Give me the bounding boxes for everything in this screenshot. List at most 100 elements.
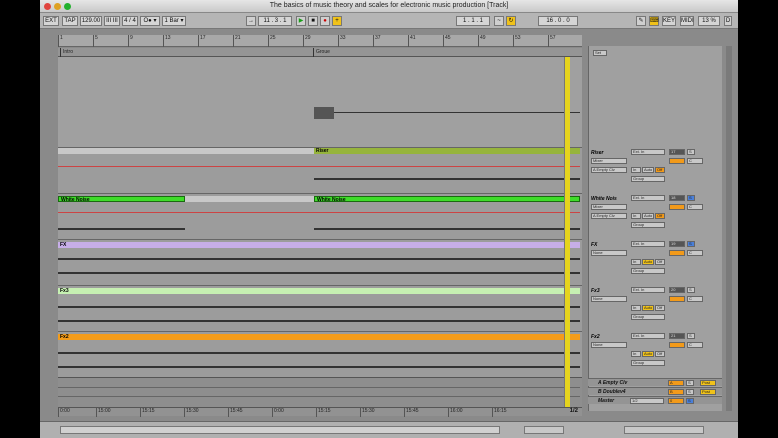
crossfade-button[interactable]: C	[687, 342, 703, 348]
metronome-toggle[interactable]: O● ▾	[140, 16, 160, 26]
track-lane[interactable]	[58, 57, 582, 147]
tempo-field[interactable]: 129.00	[80, 16, 102, 26]
track-name[interactable]: Fx3	[591, 287, 629, 295]
clip-fx[interactable]: FX	[58, 242, 580, 248]
solo-button[interactable]: S	[687, 241, 695, 247]
monitor-auto[interactable]: Auto	[642, 351, 654, 357]
track-lane-riser[interactable]: Riser	[58, 147, 582, 193]
locator-groue[interactable]: Groue	[313, 48, 330, 57]
activator-button[interactable]	[669, 342, 685, 348]
song-position-field[interactable]: 11 . 3 . 1	[258, 16, 292, 26]
return-letter[interactable]: A	[668, 380, 684, 386]
monitor-in[interactable]: In	[631, 305, 641, 311]
master-activator[interactable]: 0	[668, 398, 684, 404]
loop-start-field[interactable]: 1 . 1 . 1	[456, 16, 490, 26]
track-lane-white-noise[interactable]: White Noise White Noise	[58, 193, 582, 239]
monitor-off[interactable]: Off	[655, 167, 665, 173]
draw-mode-icon[interactable]: ~	[494, 16, 504, 26]
follow-icon[interactable]: →	[246, 16, 256, 26]
tap-tempo-button[interactable]: TAP	[62, 16, 78, 26]
loop-switch-button[interactable]: ↻	[506, 16, 516, 26]
input-channel-menu[interactable]: None	[591, 296, 627, 302]
crossfade-button[interactable]: C	[687, 158, 703, 164]
crossfade-button[interactable]: C	[687, 204, 703, 210]
key-map-button[interactable]: KEY	[662, 16, 676, 26]
group-menu[interactable]: Group	[631, 222, 665, 228]
activator-button[interactable]	[669, 296, 685, 302]
output-menu[interactable]: A Empty Clv	[591, 167, 627, 173]
activator-button[interactable]	[669, 250, 685, 256]
solo-button[interactable]: S	[687, 149, 695, 155]
play-button[interactable]: ▶	[296, 16, 306, 26]
group-menu[interactable]: Group	[631, 268, 665, 274]
vertical-scrollbar[interactable]	[726, 46, 732, 411]
clip-fx2[interactable]: Fx2	[58, 334, 580, 340]
midi-map-button[interactable]: MIDI	[680, 16, 694, 26]
time-ruler[interactable]: 0:00 15:00 15:15 15:30 15:45 0:00 15:15 …	[58, 407, 582, 417]
locator-lane[interactable]: Intro Groue	[58, 48, 582, 57]
group-menu[interactable]: Group	[631, 360, 665, 366]
time-signature-field[interactable]: 4 / 4	[122, 16, 138, 26]
loop-brace[interactable]	[564, 57, 570, 413]
loop-length-field[interactable]: 16 . 0 . 0	[538, 16, 578, 26]
monitor-off[interactable]: Off	[655, 213, 665, 219]
monitor-off[interactable]: Off	[655, 305, 665, 311]
input-channel-menu[interactable]: Mixer	[591, 204, 627, 210]
monitor-in[interactable]: In	[631, 259, 641, 265]
solo-button[interactable]: S	[687, 287, 695, 293]
input-type-menu[interactable]: Ext. In	[631, 333, 665, 339]
locator-intro[interactable]: Intro	[60, 48, 73, 57]
record-button[interactable]: ●	[320, 16, 330, 26]
input-type-menu[interactable]: Ext. In	[631, 287, 665, 293]
return-letter[interactable]: B	[668, 389, 684, 395]
solo-button[interactable]: S	[687, 195, 695, 201]
keyboard-icon[interactable]: ⌨	[649, 16, 659, 26]
cue-ratio[interactable]: 1/2	[630, 398, 664, 404]
group-menu[interactable]: Group	[631, 176, 665, 182]
solo-button[interactable]: S	[686, 398, 694, 404]
post-button[interactable]: Post	[700, 380, 716, 386]
device-view-toggle[interactable]	[624, 426, 704, 434]
output-menu[interactable]: A Empty Clv	[591, 213, 627, 219]
track-lane-fx[interactable]: FX	[58, 239, 582, 285]
activator-button[interactable]	[669, 204, 685, 210]
post-button[interactable]: Post	[700, 389, 716, 395]
input-type-menu[interactable]: Ext. In	[631, 149, 665, 155]
monitor-in[interactable]: In	[631, 213, 641, 219]
ext-sync-button[interactable]: EXT	[43, 16, 59, 26]
overdub-button[interactable]: +	[332, 16, 342, 26]
clip-riser[interactable]: Riser	[314, 148, 580, 154]
monitor-auto[interactable]: Auto	[642, 259, 654, 265]
master-track[interactable]: Master 1/2 0 S	[588, 396, 722, 404]
return-track-a[interactable]: A Empty Clv A S Post	[588, 378, 722, 386]
sets-button[interactable]: Set	[593, 50, 607, 56]
monitor-auto[interactable]: Auto	[642, 305, 654, 311]
clip-white-noise[interactable]: White Noise	[58, 196, 185, 203]
track-name[interactable]: FX	[591, 241, 629, 249]
solo-button[interactable]: S	[687, 333, 695, 339]
returns-lanes[interactable]	[58, 377, 582, 407]
track-name[interactable]: Fx2	[591, 333, 629, 341]
solo-button[interactable]: S	[686, 380, 694, 386]
return-track-b[interactable]: B Doublev4 B S Post	[588, 387, 722, 395]
crossfade-button[interactable]: C	[687, 250, 703, 256]
track-lane-fx3[interactable]: Fx3	[58, 285, 582, 331]
info-view-field[interactable]	[60, 426, 500, 434]
monitor-auto[interactable]: Auto	[642, 167, 654, 173]
stop-button[interactable]: ■	[308, 16, 318, 26]
beat-ruler[interactable]: 1 5 9 13 17 21 25 29 33 37 41 45 49 53 5…	[58, 35, 582, 47]
pencil-icon[interactable]: ✎	[636, 16, 646, 26]
monitor-off[interactable]: Off	[655, 259, 665, 265]
clip-fx3[interactable]: Fx3	[58, 288, 580, 294]
monitor-off[interactable]: Off	[655, 351, 665, 357]
clip-white-noise-2[interactable]: White Noise	[314, 196, 580, 203]
crossfade-button[interactable]: C	[687, 296, 703, 302]
monitor-in[interactable]: In	[631, 167, 641, 173]
input-channel-menu[interactable]: None	[591, 342, 627, 348]
input-type-menu[interactable]: Ext. In	[631, 241, 665, 247]
arrangement-view[interactable]: Riser White Noise White Noise FX Fx3 Fx2	[58, 57, 582, 407]
track-name[interactable]: White Nois	[591, 195, 629, 203]
solo-button[interactable]: S	[686, 389, 694, 395]
group-menu[interactable]: Group	[631, 314, 665, 320]
track-name[interactable]: Riser	[591, 149, 629, 157]
